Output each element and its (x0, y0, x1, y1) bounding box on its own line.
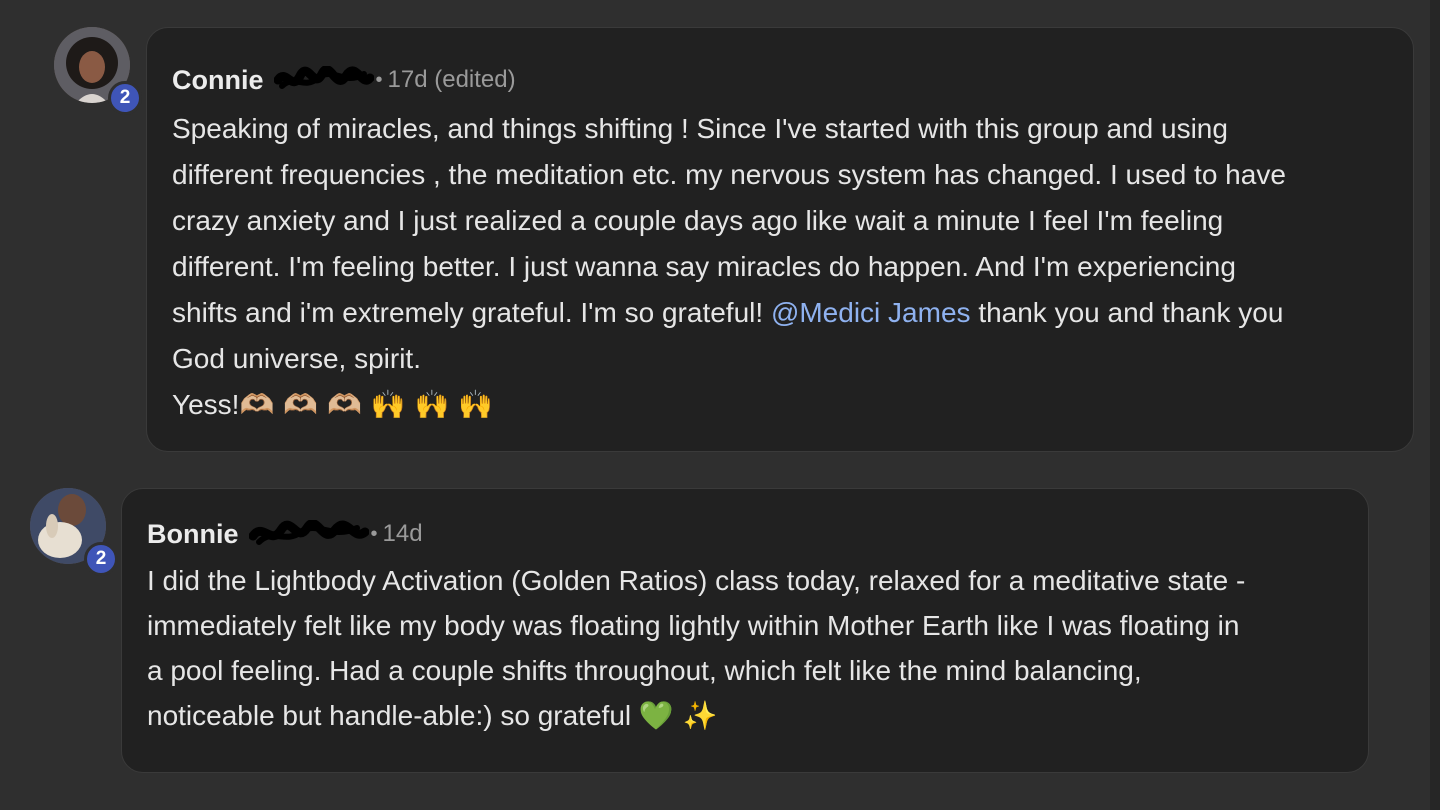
meta-separator: • (375, 68, 383, 91)
comment-header: Bonnie • 14d (147, 514, 1342, 554)
redacted-surname (248, 520, 369, 545)
body-line: noticeable but handle-able:) so grateful… (147, 693, 1342, 738)
body-line: Speaking of miracles, and things shiftin… (172, 113, 1228, 144)
timestamp[interactable]: 14d (383, 520, 423, 548)
author-name[interactable]: Connie (172, 65, 264, 96)
meta-separator: • (370, 522, 378, 545)
comment-bubble: Bonnie • 14d I did the Lightbody Activat… (121, 488, 1369, 773)
level-badge: 2 (84, 542, 118, 576)
body-text-segment: thank you and thank you (978, 297, 1284, 328)
body-line: immediately felt like my body was floati… (147, 610, 1240, 641)
body-line: a pool feeling. Had a couple shifts thro… (147, 655, 1142, 686)
body-line: different frequencies , the meditation e… (172, 159, 1286, 190)
body-text-segment: noticeable but handle-able:) so grateful (147, 700, 632, 731)
avatar-wrap: 2 (30, 488, 118, 576)
body-text-segment: Yess! (172, 389, 240, 420)
comment-body: Speaking of miracles, and things shiftin… (172, 106, 1387, 428)
body-line: God universe, spirit. (172, 343, 421, 374)
emoji-sequence: 🫶🏼 🫶🏼 🫶🏼 🙌 🙌 🙌 (239, 388, 494, 421)
comment-body: I did the Lightbody Activation (Golden R… (147, 558, 1342, 738)
body-line: shifts and i'm extremely grateful. I'm s… (172, 290, 1387, 336)
scrollbar-track[interactable] (1430, 0, 1440, 810)
body-line: different. I'm feeling better. I just wa… (172, 251, 1236, 282)
comment-bubble: Connie • 17d (edited) Speaking of miracl… (146, 27, 1414, 452)
timestamp[interactable]: 17d (edited) (388, 66, 516, 94)
comment-header: Connie • 17d (edited) (172, 60, 1387, 100)
redacted-surname (273, 66, 374, 89)
body-line: crazy anxiety and I just realized a coup… (172, 205, 1224, 236)
body-text-segment: shifts and i'm extremely grateful. I'm s… (172, 297, 764, 328)
author-name[interactable]: Bonnie (147, 519, 239, 550)
level-badge: 2 (108, 81, 142, 115)
emoji-sequence: 💚 ✨ (638, 699, 718, 732)
body-line: I did the Lightbody Activation (Golden R… (147, 565, 1246, 596)
mention-link[interactable]: @Medici James (771, 297, 971, 328)
body-line: Yess!🫶🏼 🫶🏼 🫶🏼 🙌 🙌 🙌 (172, 382, 1387, 428)
avatar-wrap: 2 (54, 27, 142, 115)
